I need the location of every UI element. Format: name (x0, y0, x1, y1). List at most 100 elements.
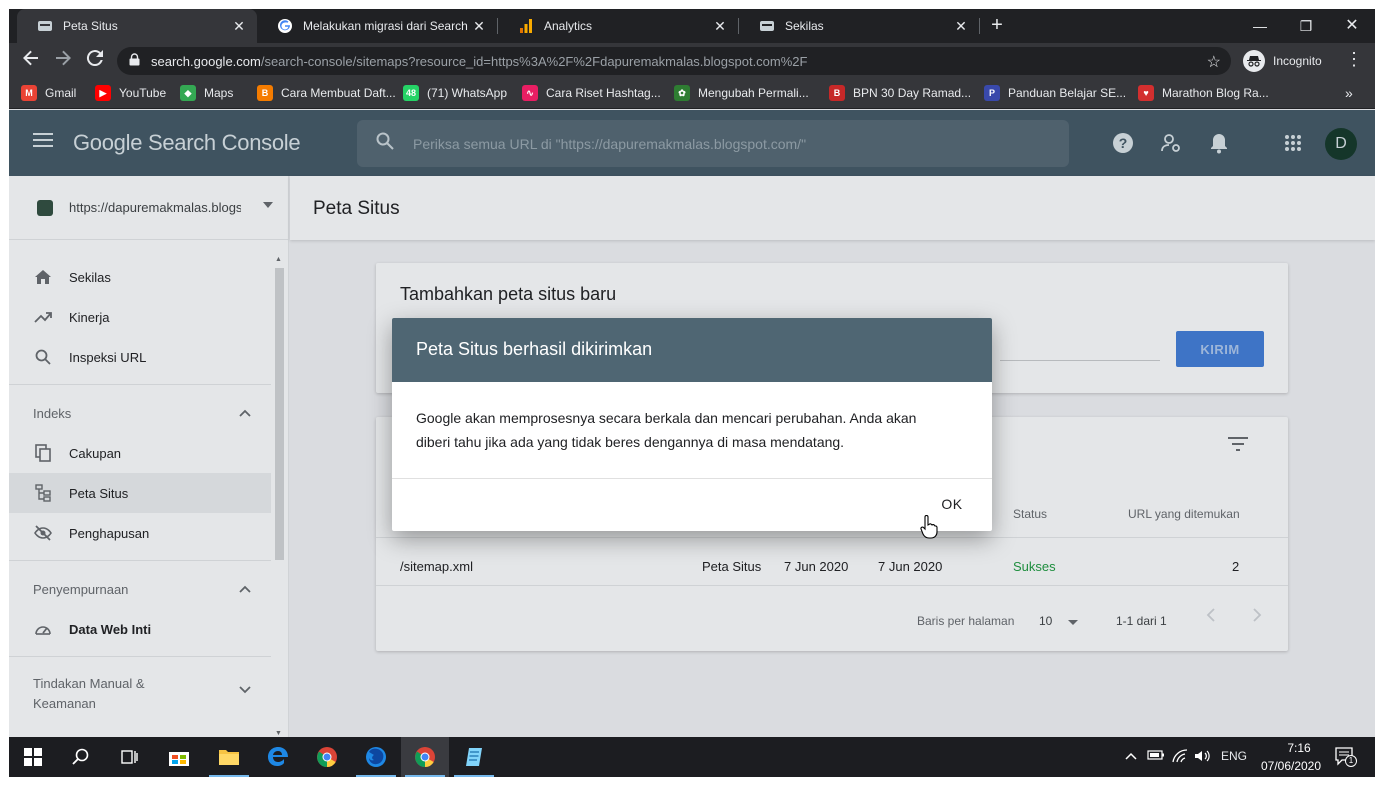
sitemap-url-input[interactable] (1000, 360, 1160, 361)
sidebar-item-peta-situs[interactable]: Peta Situs (9, 473, 271, 513)
bookmark-star-icon[interactable]: ☆ (1207, 52, 1221, 72)
notifications-bell-icon[interactable] (1206, 130, 1232, 156)
taskbar-chrome[interactable] (303, 737, 351, 777)
taskbar-edge[interactable] (254, 737, 302, 777)
clock-date[interactable]: 07/06/2020 (1255, 759, 1327, 773)
input-language[interactable]: ENG (1221, 749, 1247, 763)
browser-tab-strip: Peta Situs ✕ Melakukan migrasi dari Sear… (9, 9, 1375, 43)
sidebar-section-tindakan-manual[interactable]: Tindakan Manual & Keamanan (9, 662, 271, 728)
bookmark-favicon-icon: ◆ (180, 85, 196, 101)
reload-icon (86, 50, 103, 67)
battery-icon[interactable] (1147, 749, 1165, 764)
bookmark-item[interactable]: ♥ Marathon Blog Ra... (1138, 85, 1269, 101)
wifi-icon[interactable] (1172, 749, 1188, 766)
reload-button[interactable] (83, 49, 107, 73)
tab-close-icon[interactable]: ✕ (712, 18, 728, 35)
next-page-icon[interactable] (1252, 608, 1266, 628)
visibility-off-icon (33, 523, 53, 543)
product-logo[interactable]: Google Search Console (73, 130, 301, 156)
bookmark-item[interactable]: ▶ YouTube (95, 85, 166, 101)
taskbar-search-button[interactable] (57, 737, 105, 777)
minimize-button[interactable]: — (1237, 14, 1283, 38)
taskbar-firefox[interactable] (352, 737, 400, 777)
dropdown-caret-icon[interactable] (1068, 620, 1078, 625)
url-path: /search-console/sitemaps?resource_id=htt… (260, 53, 808, 69)
tab-close-icon[interactable]: ✕ (471, 18, 487, 35)
bookmark-item[interactable]: ∿ Cara Riset Hashtag... (522, 85, 661, 101)
bookmark-item[interactable]: P Panduan Belajar SE... (984, 85, 1126, 101)
taskbar-notepad[interactable] (450, 737, 498, 777)
restore-button[interactable]: ❐ (1283, 14, 1329, 38)
incognito-indicator[interactable]: Incognito (1243, 50, 1322, 72)
tab-analytics[interactable]: Analytics ✕ (498, 9, 738, 43)
sidebar-item-sekilas[interactable]: Sekilas (9, 257, 271, 297)
manage-users-icon[interactable] (1158, 130, 1184, 156)
windows-taskbar: ENG 7:16 07/06/2020 1 (9, 737, 1375, 777)
taskbar-chrome-active[interactable] (401, 737, 449, 777)
incognito-label: Incognito (1273, 54, 1322, 68)
google-icon (277, 18, 293, 34)
ok-button[interactable]: OK (928, 490, 976, 518)
hamburger-menu-icon[interactable] (33, 131, 55, 153)
account-avatar[interactable]: D (1325, 128, 1357, 160)
bookmark-item[interactable]: M Gmail (21, 85, 76, 101)
analytics-icon (518, 18, 534, 34)
sidebar-section-indeks[interactable]: Indeks (9, 389, 271, 437)
show-hidden-icons-chevron[interactable] (1125, 749, 1137, 763)
volume-icon[interactable] (1194, 749, 1210, 766)
tab-sekilas[interactable]: Sekilas ✕ (739, 9, 979, 43)
close-window-button[interactable]: ✕ (1329, 14, 1375, 38)
scrollbar-thumb[interactable] (275, 268, 284, 560)
bookmark-item[interactable]: B Cara Membuat Daft... (257, 85, 396, 101)
tab-close-icon[interactable]: ✕ (953, 18, 969, 35)
sidebar-item-data-web-inti[interactable]: Data Web Inti (9, 609, 271, 649)
dialog-divider (392, 478, 992, 479)
sidebar-item-penghapusan[interactable]: Penghapusan (9, 513, 271, 553)
browser-menu-icon[interactable]: ⋮ (1345, 49, 1363, 70)
sidebar-section-penyempurnaan[interactable]: Penyempurnaan (9, 565, 271, 613)
tab-migrasi[interactable]: Melakukan migrasi dari Search C ✕ (257, 9, 497, 43)
previous-page-icon[interactable] (1206, 608, 1220, 628)
forward-button[interactable] (51, 49, 75, 73)
filter-icon[interactable] (1228, 437, 1250, 459)
bookmark-item[interactable]: 48 (71) WhatsApp (403, 85, 507, 101)
address-bar[interactable]: search.google.com/search-console/sitemap… (117, 47, 1231, 75)
search-console-favicon-icon (759, 18, 775, 34)
start-button[interactable] (9, 737, 57, 777)
help-icon[interactable]: ? (1110, 130, 1136, 156)
sidebar-scrollbar[interactable]: ▲ ▼ (272, 256, 286, 737)
notepad-icon (466, 748, 482, 766)
column-header-status[interactable]: Status (1013, 507, 1047, 521)
more-bookmarks-icon[interactable]: » (1345, 85, 1353, 101)
clock-time[interactable]: 7:16 (1269, 741, 1329, 755)
tab-peta-situs[interactable]: Peta Situs ✕ (17, 9, 257, 43)
column-header-urls-found[interactable]: URL yang ditemukan (1128, 507, 1240, 521)
tab-title: Analytics (544, 19, 593, 33)
back-button[interactable] (19, 49, 43, 73)
scroll-up-icon[interactable]: ▲ (275, 256, 282, 263)
scroll-down-icon[interactable]: ▼ (275, 730, 282, 737)
action-center-button[interactable]: 1 (1335, 747, 1357, 770)
task-view-button[interactable] (105, 737, 153, 777)
bookmark-label: BPN 30 Day Ramad... (853, 86, 972, 100)
sidebar-item-inspeksi-url[interactable]: Inspeksi URL (9, 337, 271, 377)
property-selector[interactable]: https://dapuremakmalas.blogspot.com/ (9, 176, 289, 240)
sidebar-item-label: Sekilas (69, 269, 111, 285)
url-inspection-search[interactable]: Periksa semua URL di "https://dapuremakm… (357, 120, 1069, 167)
sidebar-item-cakupan[interactable]: Cakupan (9, 433, 271, 473)
table-divider (376, 537, 1288, 538)
new-tab-button[interactable]: + (986, 15, 1008, 37)
taskbar-file-explorer[interactable] (205, 737, 253, 777)
bookmark-item[interactable]: B BPN 30 Day Ramad... (829, 85, 971, 101)
taskbar-app-store[interactable] (155, 737, 203, 777)
table-divider (376, 585, 1288, 586)
sidebar-item-kinerja[interactable]: Kinerja (9, 297, 271, 337)
bookmark-label: Gmail (45, 86, 77, 100)
tab-close-icon[interactable]: ✕ (231, 18, 247, 35)
rows-per-page-select[interactable]: 10 (1039, 614, 1052, 628)
bookmark-item[interactable]: ✿ Mengubah Permali... (674, 85, 809, 101)
bookmark-item[interactable]: ◆ Maps (180, 85, 233, 101)
tab-title: Peta Situs (63, 19, 118, 33)
apps-grid-icon[interactable] (1280, 130, 1306, 156)
submit-sitemap-button[interactable]: KIRIM (1176, 331, 1264, 367)
